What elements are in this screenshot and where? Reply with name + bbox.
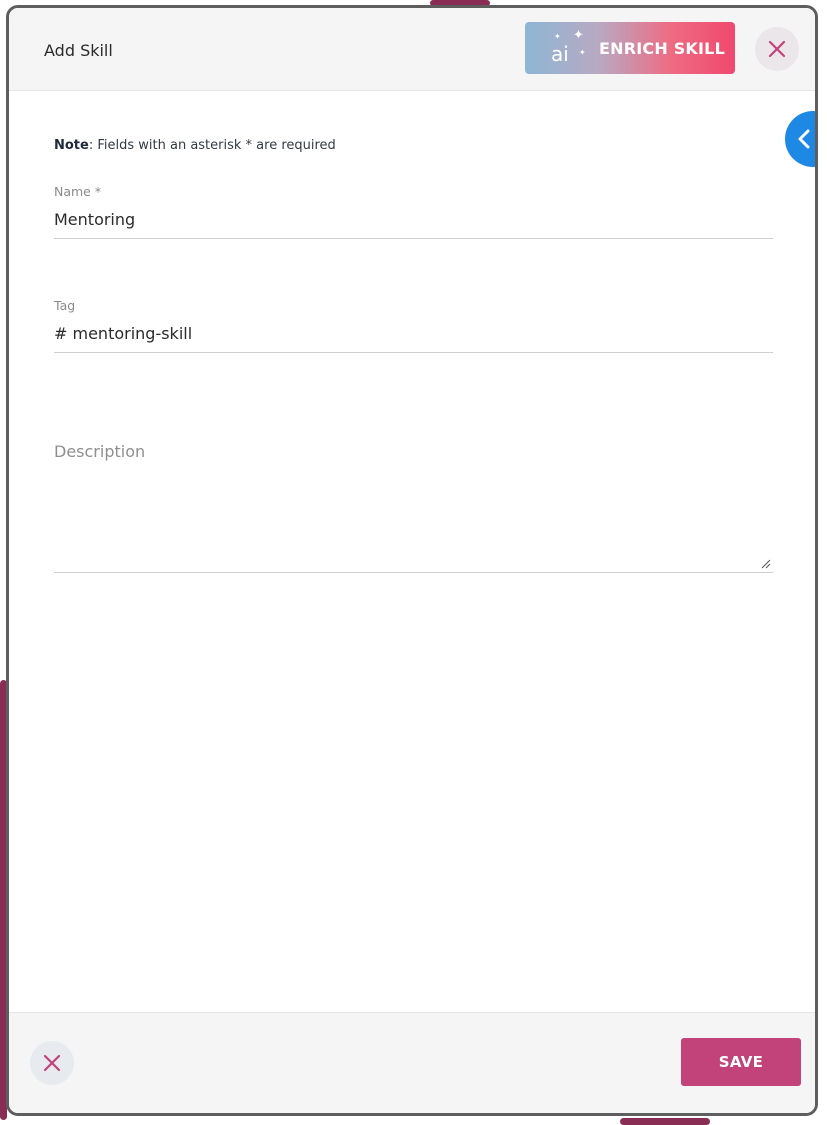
name-input[interactable]: Mentoring [54, 210, 773, 239]
save-button[interactable]: SAVE [681, 1038, 801, 1086]
dialog-title: Add Skill [44, 41, 113, 60]
chevron-left-icon [798, 129, 810, 149]
description-placeholder: Description [54, 442, 146, 461]
close-icon [768, 40, 786, 58]
add-skill-dialog: Add Skill ai ✦ ✦ ✦ ENRICH SKILL Note: Fi… [6, 5, 818, 1116]
name-field[interactable]: Name * Mentoring [54, 184, 773, 239]
description-textarea[interactable]: Description [54, 434, 773, 573]
required-note: Note: Fields with an asterisk * are requ… [54, 138, 336, 153]
tag-input[interactable]: # mentoring-skill [54, 324, 773, 353]
note-bold-label: Note [54, 138, 89, 153]
tag-label: Tag [54, 298, 76, 313]
dialog-footer: SAVE [9, 1012, 815, 1113]
dialog-header: Add Skill ai ✦ ✦ ✦ ENRICH SKILL [9, 8, 815, 91]
enrich-skill-button[interactable]: ai ✦ ✦ ✦ ENRICH SKILL [525, 22, 735, 74]
name-label: Name * [54, 184, 102, 199]
note-text: : Fields with an asterisk * are required [88, 138, 336, 153]
close-icon [43, 1054, 61, 1072]
ai-sparkle-icon: ai ✦ ✦ ✦ [551, 28, 586, 66]
close-dialog-button[interactable] [755, 27, 799, 71]
tag-field[interactable]: Tag # mentoring-skill [54, 298, 773, 353]
cancel-button[interactable] [30, 1041, 74, 1085]
side-panel-toggle[interactable] [785, 111, 815, 167]
resize-handle-icon[interactable] [761, 559, 771, 569]
enrich-skill-label: ENRICH SKILL [599, 38, 725, 58]
